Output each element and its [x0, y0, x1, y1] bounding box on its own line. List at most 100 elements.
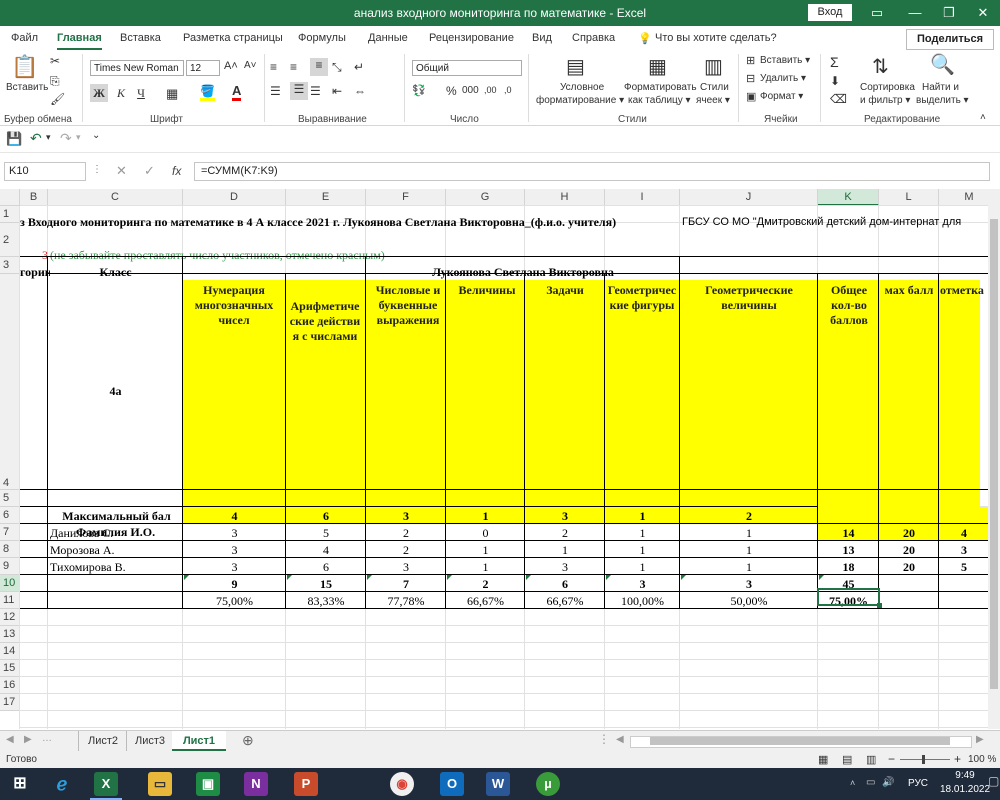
copy-icon[interactable]: ⎘ [50, 74, 60, 89]
row-header-2[interactable]: 2 [0, 223, 20, 257]
column-header-b[interactable]: B [20, 189, 48, 206]
max-score-value[interactable]: 4 [183, 509, 286, 524]
network-icon[interactable]: ▭ [866, 777, 875, 788]
max-label[interactable]: Максимальный бал [50, 509, 183, 524]
ribbon-display-icon[interactable]: ▭ [866, 3, 888, 23]
header-geo-quantities[interactable]: Геометрические величины [684, 283, 814, 313]
decrease-font-icon[interactable]: A˅ [244, 60, 257, 71]
font-size-select[interactable]: 12 [186, 60, 220, 76]
student-score[interactable]: 1 [605, 543, 680, 558]
format-painter-icon[interactable]: 🖌 [50, 92, 65, 106]
align-top-icon[interactable]: ≡ [270, 60, 277, 74]
outlook-icon[interactable]: O [440, 772, 464, 796]
column-header-j[interactable]: J [680, 189, 818, 206]
format-cells-icon[interactable]: ▣ [746, 90, 756, 103]
student-score[interactable]: 5 [286, 526, 366, 541]
cell-styles-icon[interactable]: ▥ [704, 54, 723, 79]
sheet-tab-list1[interactable]: Лист1 [172, 731, 226, 751]
redo-dropdown-icon[interactable]: ▾ [76, 132, 81, 143]
delete-cells-icon[interactable]: ⊟ [746, 72, 755, 85]
cancel-icon[interactable]: ✕ [116, 163, 127, 179]
hscroll-left-icon[interactable]: ◀ [616, 734, 624, 745]
paste-icon[interactable]: 📋 [10, 54, 40, 80]
tab-data[interactable]: Данные [368, 32, 408, 44]
row-header-6[interactable]: 6 [0, 507, 20, 524]
align-right-icon[interactable]: ☰ [310, 84, 321, 98]
row-header-9[interactable]: 9 [0, 558, 20, 575]
tab-split-icon[interactable]: ⋮ [598, 732, 610, 746]
student-score[interactable]: 1 [680, 560, 818, 575]
borders-icon[interactable]: ▦ [166, 86, 178, 102]
save-icon[interactable]: 💾 [6, 131, 22, 147]
format-table-line2[interactable]: как таблицу ▾ [628, 95, 691, 106]
student-score[interactable]: 4 [286, 543, 366, 558]
file-explorer-icon[interactable]: ▭ [148, 772, 172, 796]
find-line1[interactable]: Найти и [922, 82, 959, 93]
header-expressions[interactable]: Числовые и буквенные выражения [369, 283, 447, 328]
powerpoint-icon[interactable]: P [294, 772, 318, 796]
student-score[interactable]: 1 [525, 543, 605, 558]
number-format-select[interactable]: Общий [412, 60, 522, 76]
header-max-score[interactable]: мах балл [880, 283, 938, 298]
format-cells-button[interactable]: Формат ▾ [760, 91, 803, 102]
column-header-d[interactable]: D [183, 189, 286, 206]
tab-insert[interactable]: Вставка [120, 32, 161, 44]
column-sum[interactable]: 6 [525, 577, 605, 592]
name-box-dropdown-icon[interactable]: ⋮ [92, 164, 102, 175]
max-score-value[interactable]: 2 [680, 509, 818, 524]
student-score[interactable]: 6 [286, 560, 366, 575]
sheet-title[interactable]: з Входного мониторинга по математике в 4… [20, 214, 680, 231]
merge-center-icon[interactable]: ⇔ [354, 84, 366, 98]
max-score-value[interactable]: 3 [525, 509, 605, 524]
clear-icon[interactable]: ⌫ [830, 92, 847, 106]
class-value[interactable]: 4а [48, 384, 183, 404]
max-score-value[interactable]: 3 [366, 509, 446, 524]
row-header-3[interactable]: 3 [0, 257, 20, 274]
scroll-right-icon[interactable]: ▶ [24, 734, 32, 745]
clock-time[interactable]: 9:49 [950, 770, 980, 781]
row-header-7[interactable]: 7 [0, 524, 20, 541]
row-header-14[interactable]: 14 [0, 643, 20, 660]
customize-qat-icon[interactable]: ⌄ [92, 130, 100, 141]
student-score[interactable]: 2 [525, 526, 605, 541]
column-sum[interactable]: 3 [605, 577, 680, 592]
onenote-icon[interactable]: N [244, 772, 268, 796]
tab-formulas[interactable]: Формулы [298, 32, 346, 44]
column-percent[interactable]: 100,00% [605, 594, 680, 609]
cut-icon[interactable]: ✂ [50, 54, 60, 68]
row-header-13[interactable]: 13 [0, 626, 20, 643]
tab-view[interactable]: Вид [532, 32, 552, 44]
wrap-text-icon[interactable]: ↵ [354, 60, 364, 74]
student-score[interactable]: 1 [446, 543, 525, 558]
increase-font-icon[interactable]: A˄ [224, 60, 238, 72]
find-select-icon[interactable]: 🔍 [930, 52, 955, 77]
store-icon[interactable]: ▣ [196, 772, 220, 796]
max-score-value[interactable]: 1 [605, 509, 680, 524]
underline-button[interactable]: Ч [132, 84, 150, 102]
tab-page-layout[interactable]: Разметка страницы [183, 32, 283, 44]
insert-cells-icon[interactable]: ⊞ [746, 54, 755, 67]
paste-button[interactable]: Вставить [6, 82, 48, 93]
column-sum[interactable]: 15 [286, 577, 366, 592]
fill-icon[interactable]: ⬇ [830, 74, 840, 88]
student-max[interactable]: 20 [879, 560, 939, 575]
spreadsheet-grid[interactable]: BCDEFGHIJKLM 1 2 3 4 5 6 7 8 9 10 11 12 13 14 15 16 17 з… [0, 189, 1000, 729]
column-percent[interactable]: 77,78% [366, 594, 446, 609]
column-sum[interactable]: 7 [366, 577, 446, 592]
delete-cells-button[interactable]: Удалить ▾ [760, 73, 806, 84]
tab-help[interactable]: Справка [572, 32, 615, 44]
tray-chevron-icon[interactable]: ˄ [850, 778, 855, 788]
student-name[interactable]: Морозова А. [50, 543, 182, 558]
sort-line2[interactable]: и фильтр ▾ [860, 95, 910, 106]
undo-dropdown-icon[interactable]: ▾ [46, 132, 51, 143]
cell-styles-line1[interactable]: Стили [700, 82, 729, 93]
student-mark[interactable]: 4 [939, 526, 989, 541]
fill-handle[interactable] [877, 603, 882, 608]
hscroll-right-icon[interactable]: ▶ [976, 734, 984, 745]
conditional-format-icon[interactable]: ▤ [566, 54, 585, 79]
ie-icon[interactable]: ℯ [50, 772, 74, 796]
row-header-16[interactable]: 16 [0, 677, 20, 694]
fill-color-icon[interactable]: 🪣 [200, 84, 215, 101]
utorrent-icon[interactable]: µ [536, 772, 560, 796]
student-score[interactable]: 1 [680, 543, 818, 558]
